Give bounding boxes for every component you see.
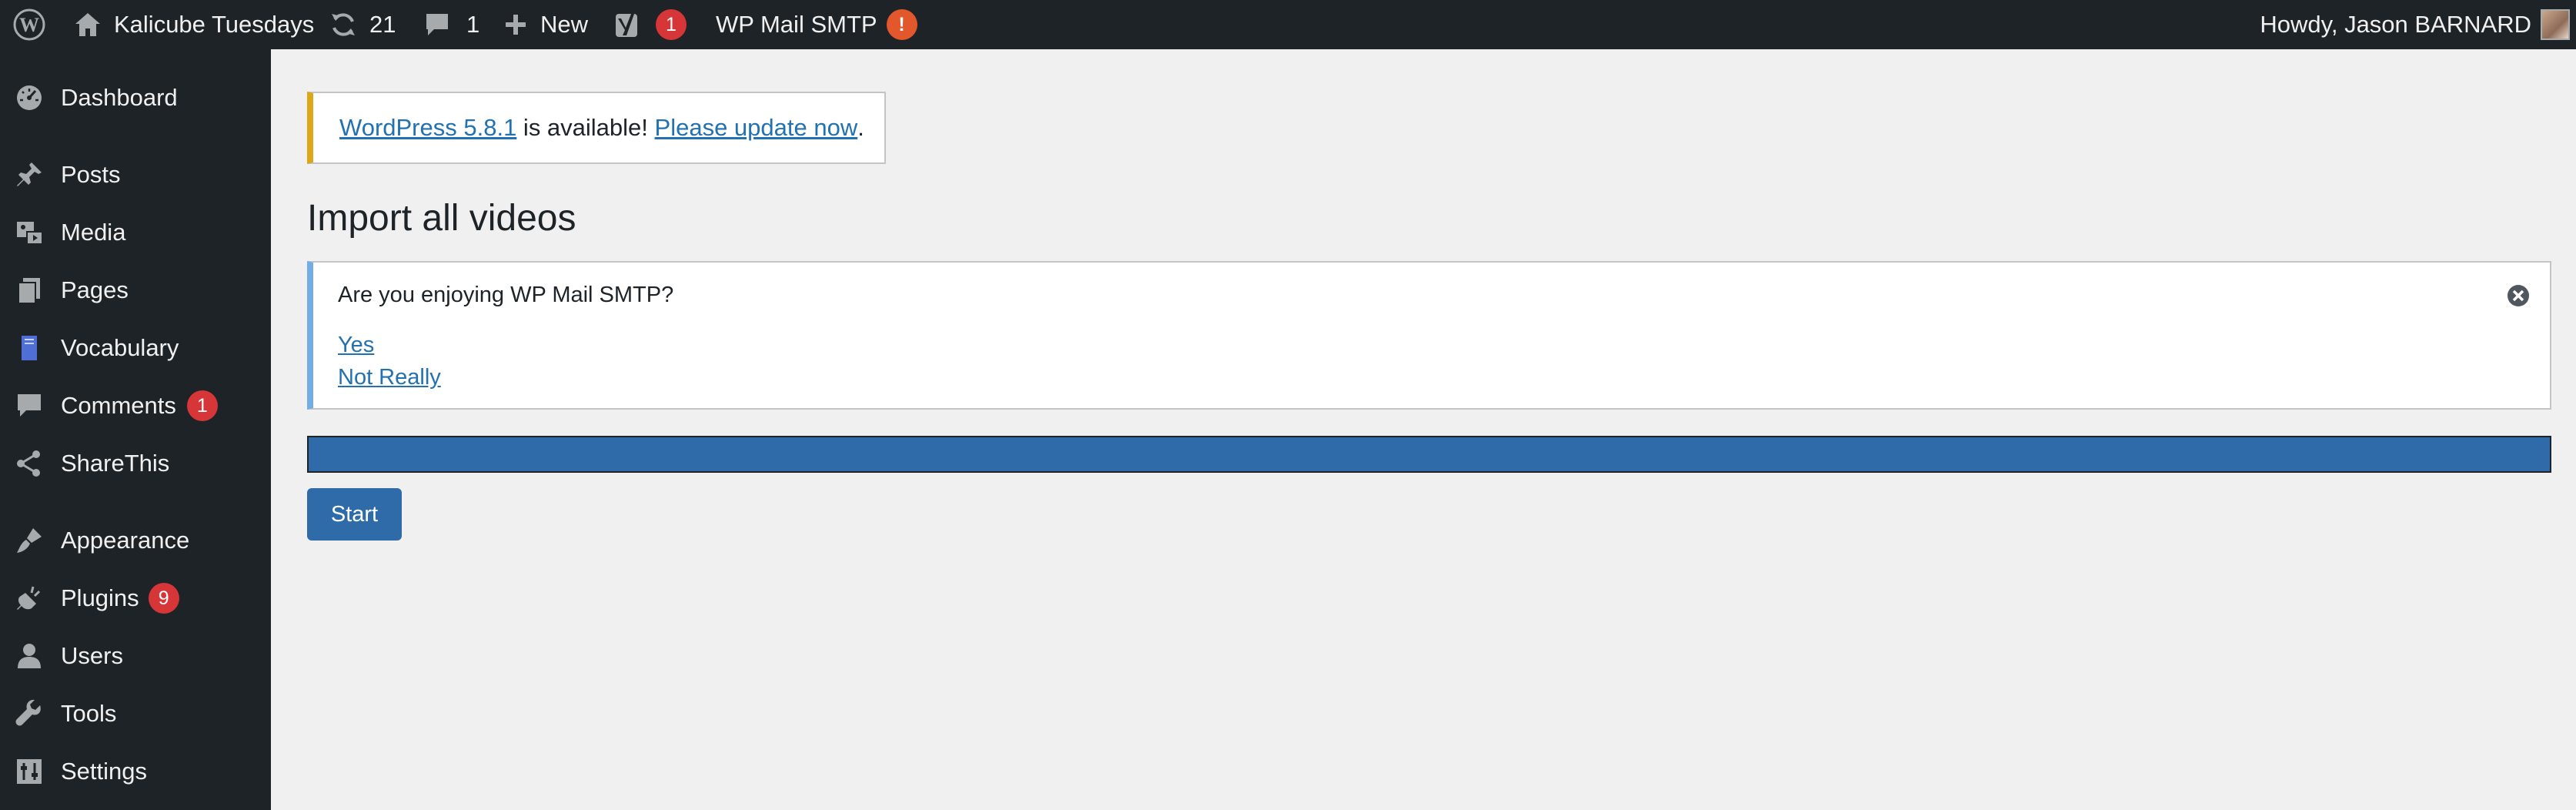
updates-link[interactable]: 21 xyxy=(329,0,396,49)
new-label: New xyxy=(540,11,589,38)
book-icon xyxy=(14,333,45,363)
dashboard-icon xyxy=(14,82,45,113)
wordpress-version-link[interactable]: WordPress 5.8.1 xyxy=(339,114,516,142)
start-button[interactable]: Start xyxy=(307,488,402,541)
plugin-icon xyxy=(14,583,45,614)
account-link[interactable]: Howdy, Jason BARNARD xyxy=(2260,0,2531,49)
plugins-count-badge: 9 xyxy=(148,583,179,614)
yoast-count-badge: 1 xyxy=(656,9,687,40)
pin-icon xyxy=(14,159,45,190)
sidebar-item-pages[interactable]: Pages xyxy=(0,267,271,313)
update-notice-text: is available! xyxy=(516,114,655,141)
dismiss-icon[interactable] xyxy=(2505,283,2531,309)
sidebar-item-label: Media xyxy=(61,219,126,246)
sidebar-item-media[interactable]: Media xyxy=(0,209,271,256)
sidebar-item-label: Settings xyxy=(61,758,148,785)
yoast-link[interactable]: 1 xyxy=(614,0,687,49)
comments-link[interactable]: 1 xyxy=(423,0,479,49)
admin-sidebar: Dashboard Posts Media Pages Vocabulary C… xyxy=(0,49,271,810)
pages-icon xyxy=(14,275,45,306)
update-notice-period: . xyxy=(857,114,864,141)
avatar[interactable] xyxy=(2541,9,2570,40)
svg-text:W: W xyxy=(19,14,39,36)
site-name-link[interactable]: Kalicube Tuesdays xyxy=(74,0,314,49)
comments-count: 1 xyxy=(466,11,480,38)
sidebar-item-posts[interactable]: Posts xyxy=(0,152,271,198)
smtp-alert-badge: ! xyxy=(886,9,917,40)
sidebar-item-label: Pages xyxy=(61,276,129,303)
media-icon xyxy=(14,217,45,248)
wp-mail-smtp-link[interactable]: WP Mail SMTP ! xyxy=(716,0,917,49)
sidebar-item-plugins[interactable]: Plugins 9 xyxy=(0,575,271,621)
admin-bar: W Kalicube Tuesdays 21 1 New 1 WP Mail S… xyxy=(0,0,2576,49)
plus-icon xyxy=(503,12,528,37)
site-name: Kalicube Tuesdays xyxy=(114,11,315,38)
share-icon xyxy=(14,448,45,479)
settings-icon xyxy=(14,756,45,787)
sidebar-item-appearance[interactable]: Appearance xyxy=(0,517,271,564)
sidebar-item-label: Vocabulary xyxy=(61,334,179,361)
refresh-icon xyxy=(329,11,357,38)
sidebar-item-dashboard[interactable]: Dashboard xyxy=(0,75,271,121)
wrench-icon xyxy=(14,698,45,729)
sidebar-item-vocabulary[interactable]: Vocabulary xyxy=(0,325,271,371)
user-icon xyxy=(14,641,45,671)
import-progress-bar xyxy=(307,436,2551,473)
sidebar-item-label: Comments xyxy=(61,392,176,419)
wordpress-logo-icon[interactable]: W xyxy=(12,0,46,49)
smtp-label: WP Mail SMTP xyxy=(716,11,877,38)
smtp-not-really-link[interactable]: Not Really xyxy=(338,365,441,390)
sidebar-item-label: Appearance xyxy=(61,527,190,554)
sidebar-item-label: Plugins xyxy=(61,584,139,611)
smtp-yes-link[interactable]: Yes xyxy=(338,333,374,358)
home-icon xyxy=(74,12,102,38)
smtp-feedback-question: Are you enjoying WP Mail SMTP? xyxy=(338,283,674,307)
comment-icon xyxy=(14,390,45,421)
comment-icon xyxy=(423,12,451,38)
sidebar-item-label: Posts xyxy=(61,161,121,188)
import-progress-fill xyxy=(309,437,2550,471)
sidebar-item-label: ShareThis xyxy=(61,450,170,477)
sidebar-item-label: Dashboard xyxy=(61,84,178,111)
updates-count: 21 xyxy=(369,11,396,38)
sidebar-item-tools[interactable]: Tools xyxy=(0,691,271,737)
sidebar-item-sharethis[interactable]: ShareThis xyxy=(0,440,271,487)
brush-icon xyxy=(14,525,45,556)
sidebar-item-label: Users xyxy=(61,642,123,669)
update-available-notice: WordPress 5.8.1 is available! Please upd… xyxy=(307,92,886,164)
sidebar-item-users[interactable]: Users xyxy=(0,633,271,679)
sidebar-item-label: Tools xyxy=(61,700,117,727)
new-content-link[interactable]: New xyxy=(503,0,588,49)
sidebar-item-settings[interactable]: Settings xyxy=(0,748,271,795)
page-title: Import all videos xyxy=(307,198,576,239)
comments-count-badge: 1 xyxy=(186,390,218,421)
sidebar-item-comments[interactable]: Comments 1 xyxy=(0,383,271,429)
smtp-feedback-notice: Are you enjoying WP Mail SMTP? Yes Not R… xyxy=(307,261,2551,410)
please-update-link[interactable]: Please update now xyxy=(655,114,858,142)
yoast-icon xyxy=(614,9,645,40)
howdy-greeting: Howdy, Jason BARNARD xyxy=(2260,11,2531,38)
